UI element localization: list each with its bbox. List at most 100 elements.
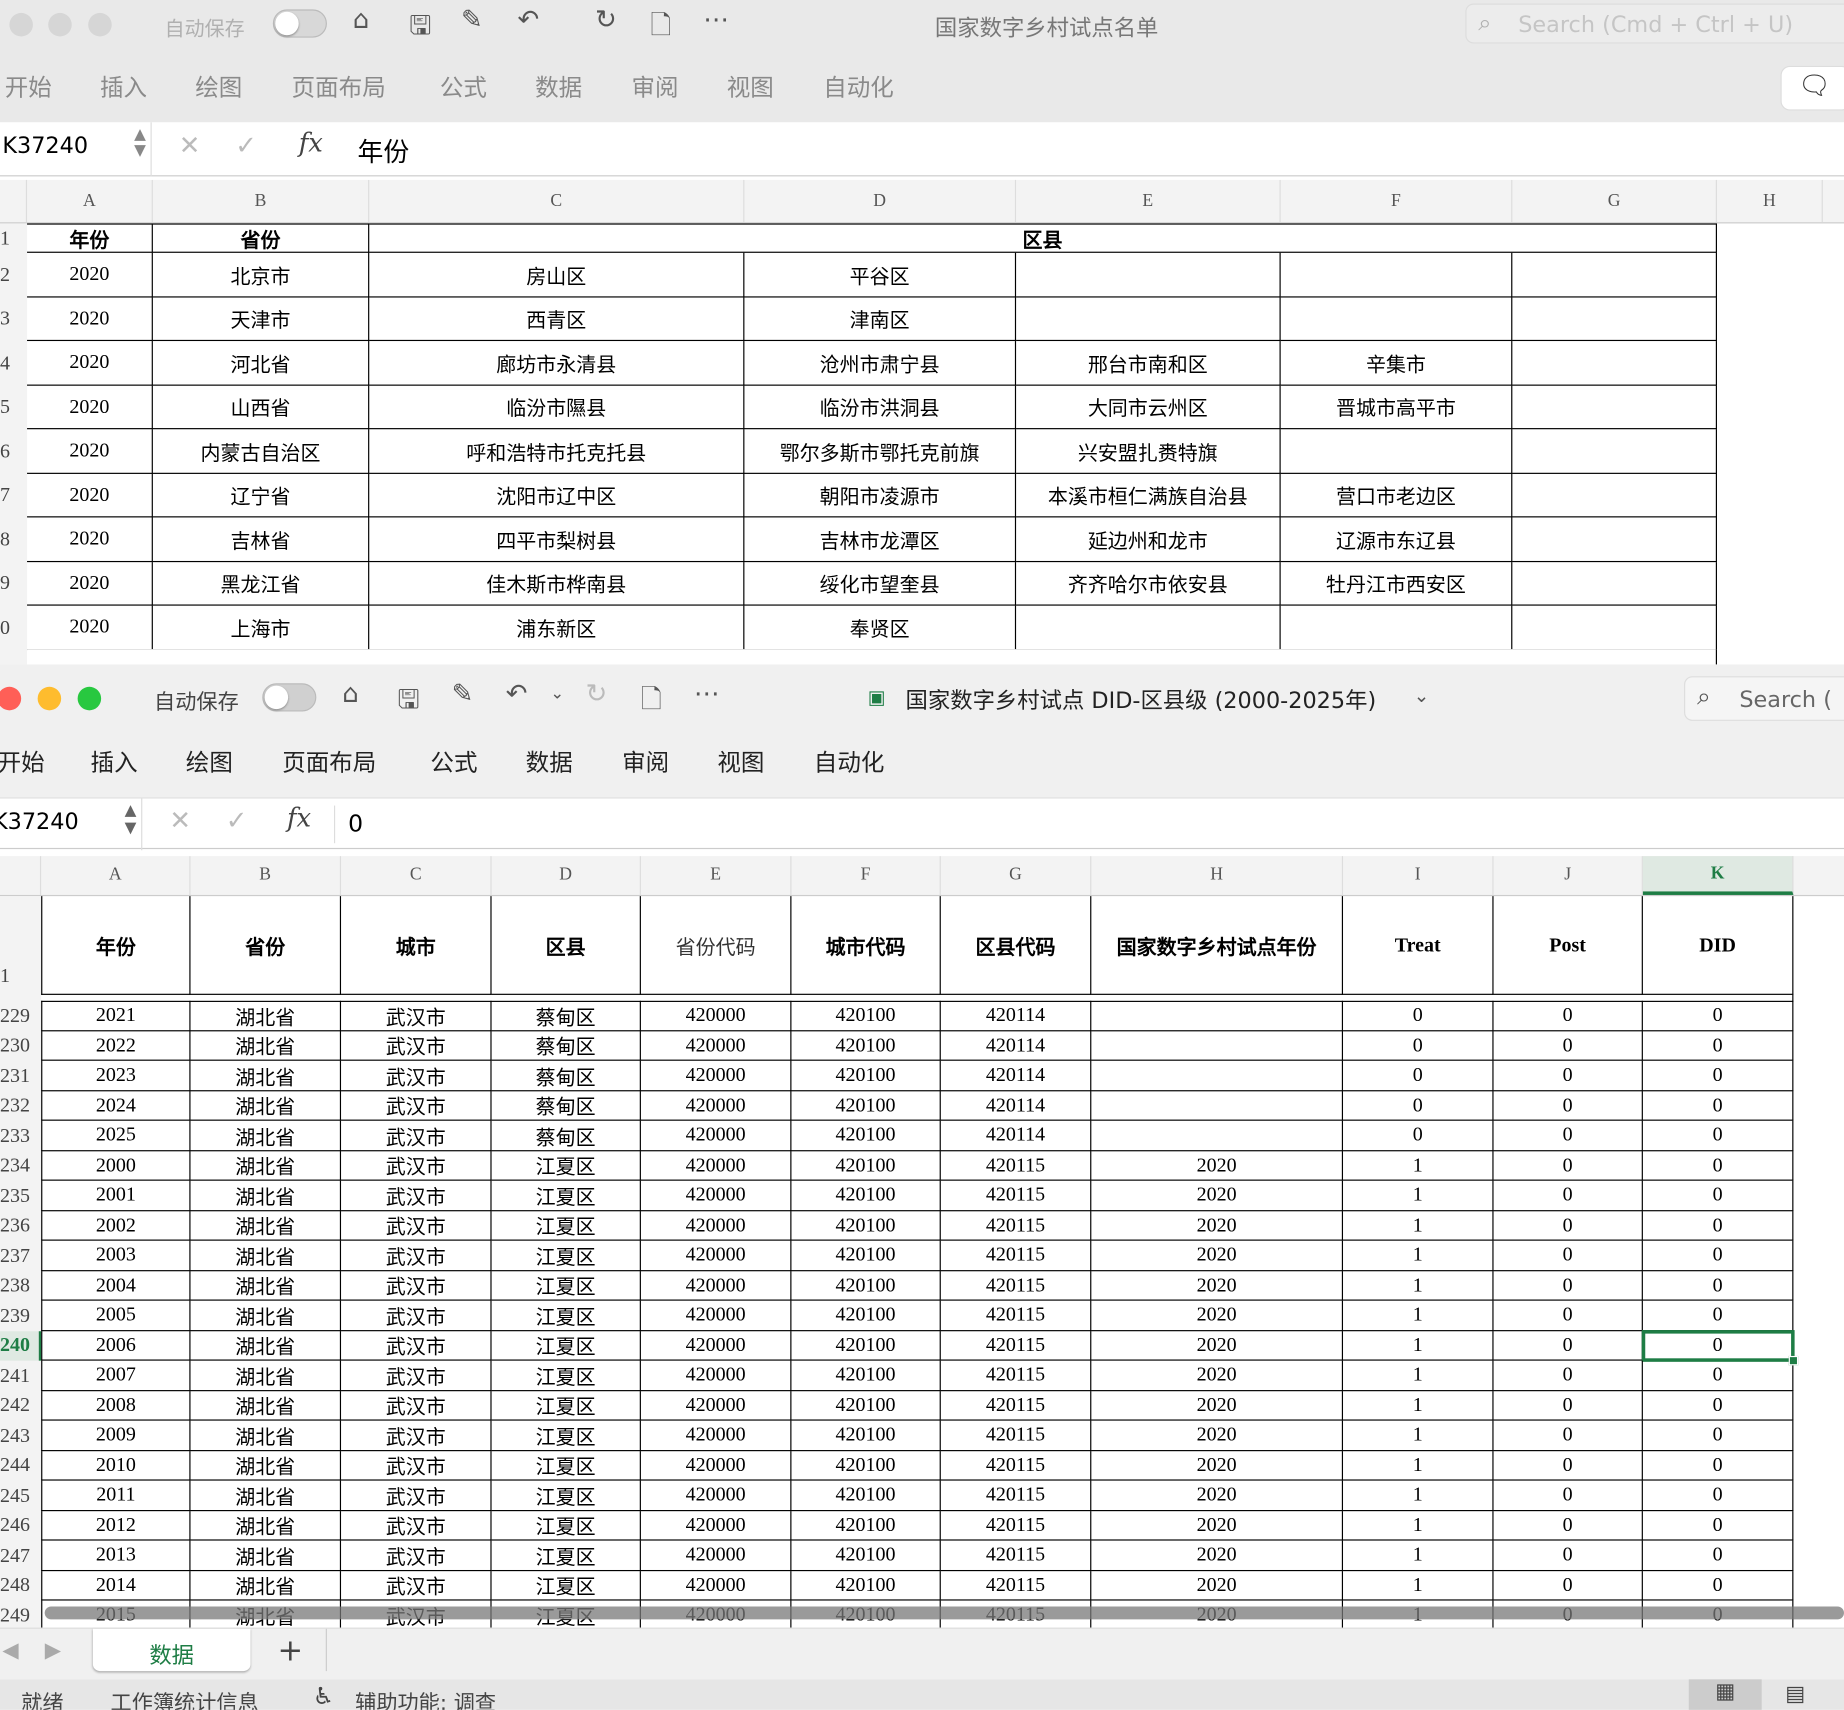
table-cell[interactable]: 2020 xyxy=(1091,1480,1344,1511)
table-cell[interactable] xyxy=(1016,605,1281,650)
formula-input[interactable]: 年份 xyxy=(358,132,410,170)
header-cell[interactable]: 城市 xyxy=(341,896,492,995)
table-cell[interactable]: 江夏区 xyxy=(491,1540,641,1571)
table-cell[interactable]: 0 xyxy=(1642,1450,1794,1481)
table-cell[interactable]: 420115 xyxy=(940,1570,1092,1601)
ribbon-tab[interactable]: 公式 xyxy=(430,743,477,777)
ribbon-tab[interactable]: 公式 xyxy=(440,68,487,102)
table-cell[interactable] xyxy=(1091,1000,1344,1031)
table-cell[interactable]: 沈阳市辽中区 xyxy=(369,473,745,518)
table-cell[interactable]: 2024 xyxy=(41,1090,191,1121)
table-cell[interactable]: 湖北省 xyxy=(190,1390,342,1421)
save-as-icon[interactable]: ✎ xyxy=(461,6,483,35)
table-cell[interactable] xyxy=(1280,429,1513,474)
table-cell[interactable]: 420100 xyxy=(791,1300,941,1331)
table-cell[interactable]: 2009 xyxy=(41,1420,191,1451)
table-cell[interactable]: 420000 xyxy=(640,1240,792,1271)
table-cell[interactable]: 武汉市 xyxy=(341,1120,492,1151)
table-cell[interactable]: 420115 xyxy=(940,1480,1092,1511)
column-header[interactable]: D xyxy=(492,856,641,895)
ribbon-tab[interactable]: 插入 xyxy=(91,743,138,777)
table-cell[interactable] xyxy=(1512,473,1717,518)
table-cell[interactable]: 蔡甸区 xyxy=(491,1120,641,1151)
table-cell[interactable]: 天津市 xyxy=(152,296,370,342)
table-cell[interactable]: 2012 xyxy=(41,1510,191,1541)
normal-view-button[interactable]: ▦ xyxy=(1688,1679,1762,1710)
table-cell[interactable]: 420115 xyxy=(940,1270,1092,1301)
table-cell[interactable]: 辽宁省 xyxy=(152,473,370,518)
header-cell[interactable]: 年份 xyxy=(41,896,191,995)
table-cell[interactable]: 湖北省 xyxy=(190,1450,342,1481)
table-cell[interactable]: 0 xyxy=(1493,1510,1643,1541)
table-cell[interactable]: 0 xyxy=(1493,1240,1643,1271)
header-cell-county[interactable]: 区县 xyxy=(369,223,1717,253)
table-cell[interactable]: 武汉市 xyxy=(341,1210,492,1241)
workbook-stats-button[interactable]: 工作簿统计信息 xyxy=(111,1686,259,1710)
table-cell[interactable]: 2021 xyxy=(41,1000,191,1031)
row-number[interactable]: 8 xyxy=(0,517,10,561)
name-box-stepper[interactable]: ▲ ▼ xyxy=(125,802,137,837)
table-cell[interactable]: 吉林市龙潭区 xyxy=(744,517,1017,562)
table-cell[interactable]: 420000 xyxy=(640,1060,792,1091)
header-cell[interactable]: 省份 xyxy=(190,896,342,995)
table-cell[interactable]: 2022 xyxy=(41,1030,191,1061)
table-cell[interactable]: 2020 xyxy=(27,296,153,342)
table-cell[interactable]: 420000 xyxy=(640,1030,792,1061)
table-cell[interactable]: 武汉市 xyxy=(341,1510,492,1541)
row-number[interactable]: 246 xyxy=(0,1511,30,1541)
table-cell[interactable]: 佳木斯市桦南县 xyxy=(369,561,745,606)
table-cell[interactable]: 本溪市桓仁满族自治县 xyxy=(1016,473,1281,518)
table-cell[interactable]: 2020 xyxy=(27,605,153,650)
table-cell[interactable]: 江夏区 xyxy=(491,1240,641,1271)
row-number[interactable]: 233 xyxy=(0,1121,30,1151)
table-cell[interactable]: 0 xyxy=(1343,1060,1494,1091)
table-cell[interactable]: 武汉市 xyxy=(341,1330,492,1361)
table-cell[interactable] xyxy=(1091,1060,1344,1091)
table-cell[interactable]: 四平市梨树县 xyxy=(369,517,745,562)
ribbon-tab[interactable]: 页面布局 xyxy=(292,68,386,102)
table-cell[interactable]: 辽源市东辽县 xyxy=(1280,517,1513,562)
table-cell[interactable]: 1 xyxy=(1343,1240,1494,1271)
table-cell[interactable]: 0 xyxy=(1642,1540,1794,1571)
table-cell[interactable]: 江夏区 xyxy=(491,1270,641,1301)
table-cell[interactable]: 420100 xyxy=(791,1540,941,1571)
table-cell[interactable]: 2020 xyxy=(27,429,153,474)
column-header[interactable]: G xyxy=(1512,179,1717,223)
table-cell[interactable]: 0 xyxy=(1642,1390,1794,1421)
table-cell[interactable] xyxy=(1091,1030,1344,1061)
column-header[interactable]: F xyxy=(791,856,941,895)
accessibility-button[interactable]: 辅助功能: 调查 xyxy=(355,1686,496,1710)
table-cell[interactable]: 0 xyxy=(1642,1000,1794,1031)
table-cell[interactable]: 武汉市 xyxy=(341,1390,492,1421)
table-cell[interactable]: 津南区 xyxy=(744,296,1017,342)
table-cell[interactable]: 420100 xyxy=(791,1060,941,1091)
table-cell[interactable]: 2020 xyxy=(1091,1240,1344,1271)
selected-cell[interactable]: 0 xyxy=(1641,1329,1795,1362)
table-cell[interactable]: 0 xyxy=(1493,1150,1643,1181)
table-cell[interactable]: 2001 xyxy=(41,1180,191,1211)
table-cell[interactable]: 山西省 xyxy=(152,385,370,430)
table-cell[interactable]: 武汉市 xyxy=(341,1570,492,1601)
ribbon-tab[interactable]: 数据 xyxy=(535,68,582,102)
table-cell[interactable]: 420114 xyxy=(940,1060,1092,1091)
table-cell[interactable]: 北京市 xyxy=(152,252,370,297)
maximize-button[interactable] xyxy=(88,12,112,37)
table-cell[interactable]: 420100 xyxy=(791,1030,941,1061)
table-cell[interactable]: 湖北省 xyxy=(190,1090,342,1121)
column-header[interactable]: D xyxy=(744,179,1017,223)
table-cell[interactable]: 武汉市 xyxy=(341,1450,492,1481)
ribbon-tab[interactable]: 绘图 xyxy=(186,743,233,777)
row-number[interactable]: 232 xyxy=(0,1091,30,1121)
window-title[interactable]: 国家数字乡村试点 DID-区县级 (2000-2025年) xyxy=(906,683,1377,715)
cancel-icon[interactable]: ✕ xyxy=(169,807,191,836)
autosave-toggle[interactable] xyxy=(272,9,327,38)
table-cell[interactable]: 平谷区 xyxy=(744,252,1017,297)
name-box-stepper[interactable]: ▲ ▼ xyxy=(134,126,146,160)
new-file-icon[interactable]: 🗋 xyxy=(650,6,671,51)
table-cell[interactable]: 0 xyxy=(1642,1240,1794,1271)
table-cell[interactable]: 420000 xyxy=(640,1510,792,1541)
table-cell[interactable]: 0 xyxy=(1493,1330,1643,1361)
undo-icon[interactable]: ↶ xyxy=(506,680,528,709)
table-cell[interactable]: 420114 xyxy=(940,1000,1092,1031)
table-cell[interactable] xyxy=(1512,561,1717,606)
